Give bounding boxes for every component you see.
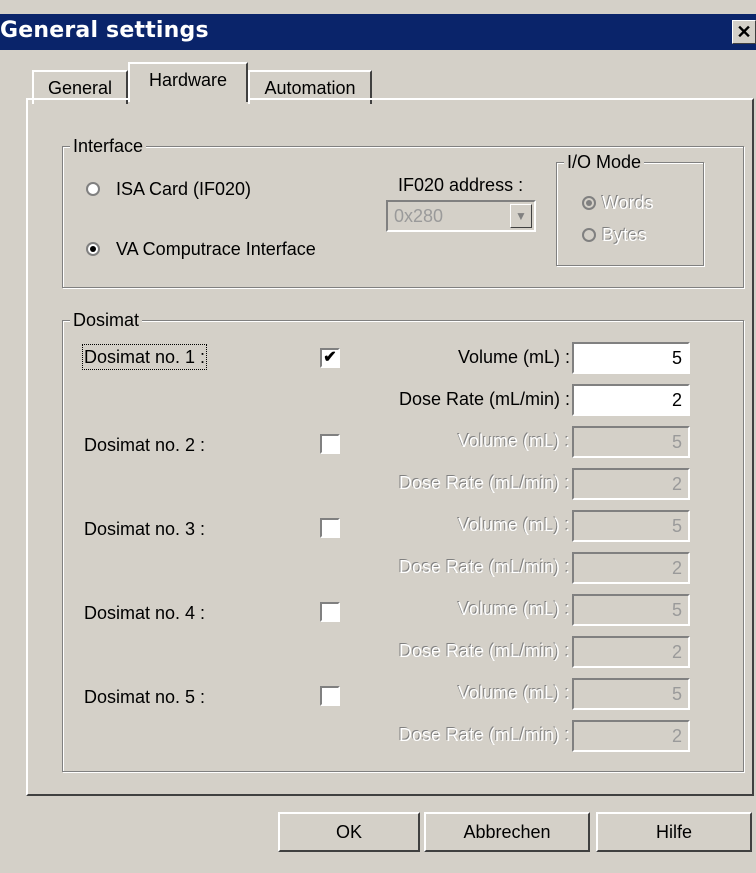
io-mode-group-label: I/O Mode	[564, 152, 645, 172]
radio-words-label: Words	[602, 193, 654, 213]
dosimat-2-volume-input[interactable]: 5	[572, 426, 690, 458]
radio-va-computrace[interactable]	[86, 242, 100, 256]
radio-isa-card[interactable]	[86, 182, 100, 196]
if020-address-value: 0x280	[394, 206, 444, 226]
dosimat-1-dose-rate-label: Dose Rate (mL/min) :	[398, 389, 570, 409]
dosimat-3-dose-rate-input[interactable]: 2	[572, 552, 690, 584]
cancel-button-label: Abbrechen	[463, 822, 551, 842]
dosimat-2-volume-label: Volume (mL) :	[457, 431, 570, 451]
chevron-down-icon: ▼	[510, 204, 532, 228]
radio-va-computrace-label: VA Computrace Interface	[116, 239, 316, 259]
radio-bytes[interactable]	[582, 228, 596, 242]
checkmark-icon: ✔	[323, 349, 337, 366]
dosimat-4-volume-label: Volume (mL) :	[457, 599, 570, 619]
dosimat-5-volume-input[interactable]: 5	[572, 678, 690, 710]
radio-isa-card-label: ISA Card (IF020)	[116, 179, 252, 199]
dosimat-4-volume-input[interactable]: 5	[572, 594, 690, 626]
radio-selected-dot	[90, 246, 96, 252]
dosimat-5-dose-rate-label: Dose Rate (mL/min) :	[398, 725, 570, 745]
dosimat-1-volume-label: Volume (mL) :	[457, 347, 570, 367]
dosimat-4-checkbox[interactable]	[320, 602, 340, 622]
close-icon: ✕	[736, 22, 752, 42]
window-title: General settings	[0, 18, 209, 43]
dosimat-3-dose-rate-label: Dose Rate (mL/min) :	[398, 557, 570, 577]
dosimat-4-label: Dosimat no. 4 :	[84, 603, 206, 623]
radio-words[interactable]	[582, 196, 596, 210]
tab-automation-label: Automation	[264, 78, 356, 98]
dosimat-1-label: Dosimat no. 1 :	[81, 344, 208, 370]
tab-hardware-label: Hardware	[148, 70, 228, 90]
tab-general-label: General	[47, 78, 113, 98]
help-button-label: Hilfe	[655, 822, 692, 842]
dosimat-2-label: Dosimat no. 2 :	[84, 435, 206, 455]
general-settings-dialog: General settings ✕ General Hardware Auto…	[0, 0, 756, 873]
dosimat-2-dose-rate-input[interactable]: 2	[572, 468, 690, 500]
dosimat-1-dose-rate-input[interactable]: 2	[572, 384, 690, 416]
dosimat-4-dose-rate-label: Dose Rate (mL/min) :	[398, 641, 570, 661]
help-button[interactable]: Hilfe	[596, 812, 752, 852]
dosimat-group-label: Dosimat	[70, 310, 143, 330]
dosimat-4-dose-rate-input[interactable]: 2	[572, 636, 690, 668]
tab-panel-hardware: Interface ISA Card (IF020) VA Computrace…	[26, 98, 754, 796]
interface-group-label: Interface	[70, 136, 147, 156]
io-mode-group	[556, 162, 704, 266]
dosimat-5-label: Dosimat no. 5 :	[84, 687, 206, 707]
dosimat-2-checkbox[interactable]	[320, 434, 340, 454]
ok-button-label: OK	[335, 822, 362, 842]
dosimat-5-dose-rate-input[interactable]: 2	[572, 720, 690, 752]
radio-bytes-label: Bytes	[602, 225, 648, 245]
dosimat-5-checkbox[interactable]	[320, 686, 340, 706]
dosimat-2-dose-rate-label: Dose Rate (mL/min) :	[398, 473, 570, 493]
dosimat-3-volume-label: Volume (mL) :	[457, 515, 570, 535]
tab-hardware[interactable]: Hardware	[128, 62, 248, 102]
dosimat-5-volume-label: Volume (mL) :	[457, 683, 570, 703]
dosimat-1-volume-input[interactable]: 5	[572, 342, 690, 374]
dosimat-3-checkbox[interactable]	[320, 518, 340, 538]
close-button[interactable]: ✕	[732, 20, 756, 44]
if020-address-select[interactable]: 0x280 ▼	[386, 200, 536, 232]
radio-selected-dot	[586, 200, 592, 206]
title-bar[interactable]: General settings ✕	[0, 14, 756, 50]
dosimat-1-checkbox[interactable]: ✔	[320, 348, 340, 368]
dosimat-3-volume-input[interactable]: 5	[572, 510, 690, 542]
cancel-button[interactable]: Abbrechen	[424, 812, 590, 852]
ok-button[interactable]: OK	[278, 812, 420, 852]
if020-address-label: IF020 address :	[398, 175, 524, 195]
dosimat-3-label: Dosimat no. 3 :	[84, 519, 206, 539]
